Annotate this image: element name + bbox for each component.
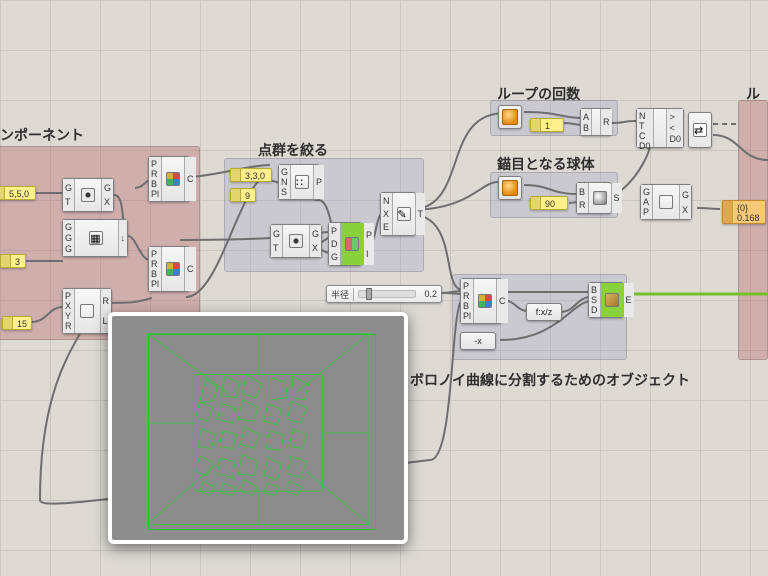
- comp-brep-2[interactable]: PRBPl C: [148, 246, 190, 292]
- comp-graft-1[interactable]: GT GX: [62, 178, 114, 212]
- comp-brep-1[interactable]: PRBPl C: [148, 156, 190, 202]
- comp-graft-2[interactable]: GT GX: [270, 224, 322, 258]
- slider-radius[interactable]: 半径 0.2: [326, 285, 442, 303]
- title-components: ンポーネント: [0, 125, 84, 145]
- panel-90[interactable]: 90: [530, 196, 568, 210]
- split-icon: [605, 293, 619, 307]
- panel-result[interactable]: {0} 0.168: [722, 200, 766, 224]
- title-cull: 点群を絞る: [258, 140, 328, 160]
- title-loop-right: ル: [746, 84, 760, 104]
- panel-1[interactable]: 1: [530, 118, 564, 132]
- title-sphere: 錨目となる球体: [497, 154, 595, 174]
- populate-icon: ∷: [295, 175, 309, 189]
- panel-15[interactable]: 15: [2, 316, 32, 330]
- panel-330[interactable]: 3,3,0: [230, 168, 272, 182]
- comp-grid[interactable]: GGG ▦ ↓: [62, 219, 128, 257]
- point-icon: [80, 304, 94, 318]
- grid-icon: ▦: [89, 231, 103, 245]
- comp-brep-voronoi[interactable]: PRBPl C: [460, 278, 502, 324]
- brep-icon: [166, 172, 180, 186]
- viewport-preview[interactable]: [108, 312, 408, 544]
- brep-icon: [166, 262, 180, 276]
- panel-550[interactable]: 5,5,0: [0, 186, 36, 200]
- comp-bsd[interactable]: BSD E: [588, 282, 624, 318]
- comp-cull[interactable]: PDG PI: [328, 222, 362, 266]
- comp-gap[interactable]: GAP GX: [640, 184, 692, 220]
- panel-9[interactable]: 9: [230, 188, 256, 202]
- comp-construct-point[interactable]: PXYR RL: [62, 288, 112, 334]
- comp-populate[interactable]: GNS ∷ P: [278, 164, 320, 200]
- graft-icon: [289, 234, 303, 248]
- comp-stream[interactable]: ⇄: [688, 112, 712, 148]
- title-loop: ループの回数: [497, 84, 580, 104]
- gap-icon: [659, 195, 673, 209]
- panel-3[interactable]: 3: [0, 254, 26, 268]
- stream-icon: ⇄: [693, 123, 707, 137]
- relay-sphere-B[interactable]: [498, 176, 522, 200]
- relay-loop-L[interactable]: [498, 105, 522, 129]
- brep-icon: [478, 294, 492, 308]
- knife-icon: ✎: [397, 207, 411, 221]
- comp-sphere[interactable]: BR S: [576, 182, 612, 214]
- expr-fxz[interactable]: f:x/z: [526, 303, 562, 321]
- comp-equality[interactable]: NTCD0 ><D0: [636, 108, 684, 148]
- slider-value: 0.2: [420, 289, 441, 299]
- slider-label: 半径: [327, 288, 354, 301]
- comp-list[interactable]: NXE ✎ T: [380, 192, 416, 236]
- cull-icon: [345, 237, 359, 251]
- sphere-icon: [593, 191, 607, 205]
- comp-rec[interactable]: AB R: [580, 108, 612, 136]
- group-loop-right: [738, 100, 768, 360]
- voronoi-preview: [112, 316, 404, 542]
- expr-negx[interactable]: -x: [460, 332, 496, 350]
- graft-icon: [81, 188, 95, 202]
- title-voronoi: ボロノイ曲線に分割するためのオブジェクト: [410, 370, 690, 390]
